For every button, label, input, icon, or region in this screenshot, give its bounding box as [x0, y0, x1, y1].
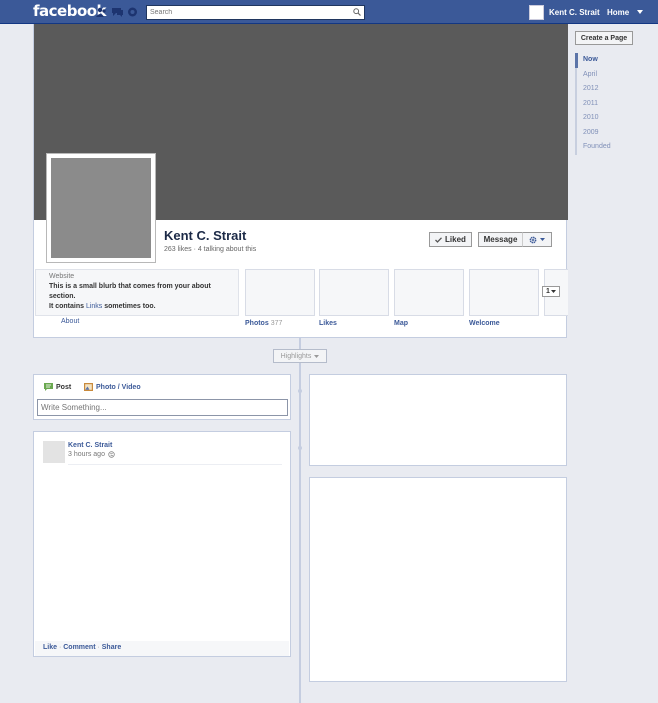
post-icon [44, 383, 53, 391]
user-avatar[interactable] [529, 5, 544, 20]
caret-down-icon [314, 354, 320, 358]
about-text: Website This is a small blurb that comes… [49, 272, 229, 312]
year-item-now[interactable]: Now [575, 53, 635, 68]
year-item-2009[interactable]: 2009 [577, 126, 635, 141]
about-link[interactable]: About [61, 318, 79, 325]
notifications-icon[interactable] [127, 7, 138, 17]
page-name[interactable]: Kent C. Strait [164, 228, 246, 243]
liked-label: Liked [445, 235, 466, 244]
about-website-label: Website [49, 273, 75, 280]
app-label-photos[interactable]: Photos 377 [245, 320, 282, 327]
app-label-likes[interactable]: Likes [319, 320, 337, 327]
more-apps-button[interactable]: 1 [542, 286, 560, 297]
status-input[interactable] [37, 399, 288, 416]
year-item-founded[interactable]: Founded [577, 140, 635, 155]
page-stats: 263 likes · 4 talking about this [164, 246, 257, 253]
message-button[interactable]: Message [478, 232, 522, 247]
photo-icon [84, 383, 93, 391]
profile-picture[interactable] [47, 154, 155, 262]
post-composer: Post Photo / Video [33, 374, 291, 420]
profile-header: Kent C. Strait 263 likes · 4 talking abo… [33, 24, 568, 338]
app-label-map[interactable]: Map [394, 320, 408, 327]
gear-icon [529, 236, 537, 243]
search-icon[interactable] [353, 8, 361, 16]
globe-icon [108, 451, 115, 458]
year-item-2012[interactable]: 2012 [577, 82, 635, 97]
friend-requests-icon[interactable] [96, 7, 107, 17]
caret-down-icon[interactable] [637, 10, 643, 14]
composer-photo-label: Photo / Video [96, 383, 141, 391]
message-label: Message [483, 235, 518, 244]
timeline-unit-right-1 [309, 374, 567, 466]
story-time-text: 3 hours ago [68, 451, 105, 458]
app-label-welcome[interactable]: Welcome [469, 320, 500, 327]
story-author-link[interactable]: Kent C. Strait [68, 442, 112, 449]
about-blurb: This is a small blurb that comes from yo… [49, 283, 211, 300]
about-links-prefix: It contains [49, 303, 86, 310]
story-timestamp[interactable]: 3 hours ago [68, 451, 115, 458]
year-item-2011[interactable]: 2011 [577, 97, 635, 112]
composer-tab-photo[interactable]: Photo / Video [84, 383, 141, 391]
spine-marker [298, 446, 302, 450]
user-name-link[interactable]: Kent C. Strait [549, 8, 600, 17]
composer-post-label: Post [56, 383, 72, 391]
caret-down-icon [540, 238, 545, 241]
home-link[interactable]: Home [607, 8, 629, 17]
story-card: Kent C. Strait 3 hours ago Like · Commen… [33, 431, 291, 657]
app-tile-welcome[interactable] [469, 269, 539, 316]
create-page-button[interactable]: Create a Page [575, 31, 633, 45]
app-tile-photos[interactable] [245, 269, 315, 316]
more-apps-count: 1 [546, 288, 550, 295]
top-bar: facebook Kent C. Strait Home [0, 0, 658, 24]
liked-button[interactable]: Liked [429, 232, 472, 247]
settings-dropdown-button[interactable] [522, 232, 552, 247]
check-icon [435, 236, 443, 243]
search-box[interactable] [146, 5, 365, 20]
year-item-2010[interactable]: 2010 [577, 111, 635, 126]
story-author-avatar[interactable] [43, 441, 65, 463]
highlights-label: Highlights [280, 352, 312, 360]
app-tile-map[interactable] [394, 269, 464, 316]
app-tile-likes[interactable] [319, 269, 389, 316]
timeline-year-nav: Now April 2012 2011 2010 2009 Founded [575, 53, 635, 155]
spine-marker [298, 389, 302, 393]
about-links-link[interactable]: Links [86, 303, 102, 310]
story-divider [68, 464, 282, 465]
share-link[interactable]: Share [102, 644, 121, 651]
app-photos-label: Photos [245, 320, 269, 327]
caret-down-icon [550, 290, 556, 293]
like-link[interactable]: Like [43, 644, 57, 651]
highlights-dropdown[interactable]: Highlights [273, 349, 327, 363]
messages-icon[interactable] [112, 7, 123, 17]
search-input[interactable] [147, 6, 347, 19]
about-links-suffix: sometimes too. [102, 303, 156, 310]
story-actions-bar: Like · Comment · Share [35, 641, 289, 656]
composer-tab-post[interactable]: Post [44, 383, 71, 391]
timeline-unit-right-2 [309, 477, 567, 682]
comment-link[interactable]: Comment [63, 644, 95, 651]
year-item-april[interactable]: April [577, 68, 635, 83]
app-photos-count: 377 [270, 320, 283, 327]
